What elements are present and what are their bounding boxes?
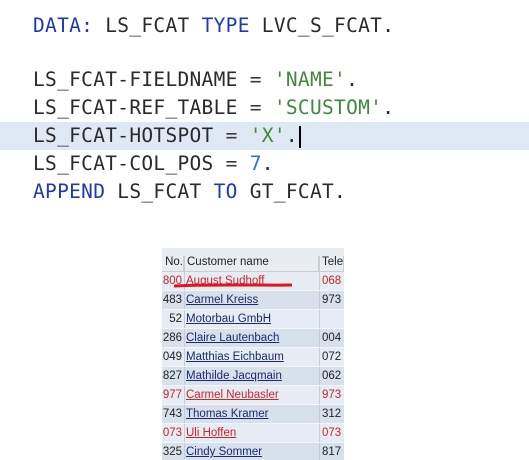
keyword-append: APPEND [33,180,106,203]
text-cursor [298,125,301,148]
cell-telephone: 068 [319,272,344,290]
customer-name-hotspot-link[interactable]: Mathilde Jacqmain [186,370,282,382]
statement-period: . [382,14,395,37]
col-pos-value: 7 [249,152,262,175]
keyword-to: TO [213,180,238,203]
cell-customer-name: Carmel Neubasler [184,386,319,404]
assign-operator: = [249,96,262,119]
assign-operator: = [225,152,238,175]
table-row[interactable]: 800 August Sudhoff 068 [162,272,344,291]
table-row[interactable]: 483 Carmel Kreiss 973 [162,291,344,310]
statement-period: . [334,180,347,203]
keyword-data: DATA: [33,14,94,37]
table-row[interactable]: 743 Thomas Kramer 312 [162,405,344,424]
cell-customer-name: Claire Lautenbach [184,329,319,347]
cell-customer-number: 827 [162,370,182,382]
statement-period: . [346,68,359,91]
customer-name-hotspot-link[interactable]: Matthias Eichbaum [186,351,284,363]
statement-period: . [382,96,395,119]
customer-name-hotspot-link[interactable]: Claire Lautenbach [186,332,279,344]
hotspot-lhs: LS_FCAT-HOTSPOT [33,124,214,147]
variable-ls-fcat: LS_FCAT [105,14,190,37]
customer-name-hotspot-link[interactable]: Uli Hoffen [186,427,236,439]
assign-operator: = [225,124,238,147]
cell-telephone: 062 [319,367,344,385]
code-line-blank[interactable] [0,40,529,66]
cell-telephone: 817 [319,443,344,460]
cell-customer-name: Thomas Kramer [184,405,319,423]
assign-operator: = [249,68,262,91]
abap-code-editor[interactable]: DATA: LS_FCAT TYPE LVC_S_FCAT. LS_FCAT-F… [0,12,529,206]
cell-customer-name: Matthias Eichbaum [184,348,319,366]
hotspot-value: 'X' [249,124,286,147]
alv-body: 800 August Sudhoff 068 483 Carmel Kreiss 973 5… [162,272,344,460]
type-lvc-s-fcat: LVC_S_FCAT [261,14,383,37]
table-row[interactable]: 049 Matthias Eichbaum 072 [162,348,344,367]
column-header-telephone[interactable]: Tele [319,256,344,271]
cell-customer-number: 483 [162,294,182,306]
cell-telephone: 973 [319,291,344,309]
cell-customer-number: 286 [162,332,182,344]
cell-customer-name: Uli Hoffen [184,424,319,442]
alv-header-row: No. Customer name Tele [162,248,344,272]
append-target: GT_FCAT [249,180,335,203]
ref-table-lhs: LS_FCAT-REF_TABLE [33,96,238,119]
cell-customer-number: 049 [162,351,182,363]
code-line-hotspot-active[interactable]: LS_FCAT-HOTSPOT = 'X'. [0,122,529,150]
cell-customer-number: 977 [162,389,182,401]
customer-name-hotspot-link[interactable]: Carmel Neubasler [186,389,279,401]
cell-telephone: 312 [319,405,344,423]
cell-telephone [319,310,344,328]
fieldname-lhs: LS_FCAT-FIELDNAME [33,68,238,91]
cell-customer-number: 52 [169,313,182,325]
code-line-data-declaration[interactable]: DATA: LS_FCAT TYPE LVC_S_FCAT. [0,12,529,40]
column-header-no[interactable]: No. [162,256,184,271]
statement-period: . [285,124,298,147]
cell-customer-name: Cindy Sommer [184,443,319,460]
table-row[interactable]: 073 Uli Hoffen 073 [162,424,344,443]
cell-telephone: 072 [319,348,344,366]
fieldname-value: 'NAME' [273,68,347,91]
table-row[interactable]: 977 Carmel Neubasler 973 [162,386,344,405]
table-row[interactable]: 827 Mathilde Jacqmain 062 [162,367,344,386]
ref-table-value: 'SCUSTOM' [273,96,383,119]
cell-customer-number: 743 [162,408,182,420]
code-line-append[interactable]: APPEND LS_FCAT TO GT_FCAT. [0,178,529,206]
cell-customer-number: 325 [162,446,182,458]
customer-name-hotspot-link[interactable]: Carmel Kreiss [186,294,258,306]
table-row[interactable]: 286 Claire Lautenbach 004 [162,329,344,348]
code-line-ref-table[interactable]: LS_FCAT-REF_TABLE = 'SCUSTOM'. [0,94,529,122]
keyword-type: TYPE [201,14,250,37]
red-underline-annotation [174,283,292,288]
customer-name-hotspot-link[interactable]: Cindy Sommer [186,446,262,458]
cell-customer-name: Mathilde Jacqmain [184,367,319,385]
cell-telephone: 004 [319,329,344,347]
col-pos-lhs: LS_FCAT-COL_POS [33,152,214,175]
cell-telephone: 973 [319,386,344,404]
code-line-col-pos[interactable]: LS_FCAT-COL_POS = 7. [0,150,529,178]
customer-name-hotspot-link[interactable]: Thomas Kramer [186,408,268,420]
append-variable: LS_FCAT [117,180,202,203]
statement-period: . [261,152,274,175]
cell-telephone: 073 [319,424,344,442]
customer-name-hotspot-link[interactable]: Motorbau GmbH [186,313,271,325]
alv-grid-preview[interactable]: No. Customer name Tele 800 August Sudhoff… [162,248,344,460]
code-line-fieldname[interactable]: LS_FCAT-FIELDNAME = 'NAME'. [0,66,529,94]
column-header-customer-name[interactable]: Customer name [184,256,319,271]
table-row[interactable]: 52 Motorbau GmbH [162,310,344,329]
cell-customer-name: Carmel Kreiss [184,291,319,309]
cell-customer-name: Motorbau GmbH [184,310,319,328]
table-row[interactable]: 325 Cindy Sommer 817 [162,443,344,460]
cell-customer-number: 073 [162,427,182,439]
